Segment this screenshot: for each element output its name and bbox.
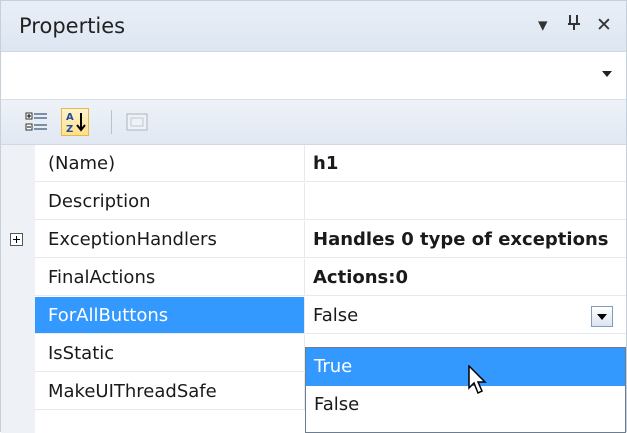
alphabetical-button[interactable]: A Z	[61, 108, 89, 136]
property-value[interactable]: Actions:0	[305, 259, 626, 296]
property-value[interactable]: h1	[305, 145, 626, 182]
property-row-description[interactable]: Description	[1, 183, 626, 221]
property-pages-icon	[126, 113, 148, 131]
window-position-dropdown-icon[interactable]: ▾	[538, 13, 548, 37]
property-name: Description	[35, 183, 305, 220]
categorized-icon	[25, 112, 47, 131]
categorized-button[interactable]	[23, 108, 51, 136]
property-row-name[interactable]: (Name) h1	[1, 145, 626, 183]
property-row-exceptionhandlers[interactable]: ExceptionHandlers Handles 0 type of exce…	[1, 221, 626, 259]
property-pages-button[interactable]	[123, 108, 151, 136]
close-icon[interactable]: ✕	[596, 13, 612, 37]
chevron-down-icon[interactable]	[602, 71, 612, 77]
svg-text:Z: Z	[66, 124, 73, 135]
property-name: ForAllButtons	[35, 297, 305, 334]
property-name: ExceptionHandlers	[35, 221, 305, 258]
property-name: (Name)	[35, 145, 305, 182]
toolbar-separator	[111, 110, 112, 134]
properties-panel: Properties ▾ ✕ A Z (Name) h1 Description…	[0, 0, 627, 433]
property-row-finalactions[interactable]: FinalActions Actions:0	[1, 259, 626, 297]
property-name: IsStatic	[35, 335, 305, 372]
auto-hide-pin-icon[interactable]	[567, 13, 581, 37]
property-row-forallbuttons[interactable]: ForAllButtons False	[1, 297, 626, 335]
panel-titlebar: Properties ▾ ✕	[1, 1, 626, 52]
panel-title: Properties	[19, 14, 126, 38]
value-dropdown-list: True False	[305, 347, 626, 433]
property-name: MakeUIThreadSafe	[35, 373, 305, 410]
dropdown-option-false[interactable]: False	[306, 386, 625, 424]
object-selector[interactable]	[1, 52, 626, 100]
svg-text:A: A	[66, 112, 74, 123]
sort-az-icon: A Z	[66, 112, 86, 135]
dropdown-option-true[interactable]: True	[306, 348, 625, 386]
property-value[interactable]	[305, 183, 626, 220]
property-name: FinalActions	[35, 259, 305, 296]
property-value[interactable]: False	[305, 297, 626, 334]
value-dropdown-button[interactable]	[591, 306, 613, 327]
property-value[interactable]: Handles 0 type of exceptions	[305, 221, 626, 258]
properties-toolbar: A Z	[1, 100, 626, 145]
mouse-pointer-icon	[468, 365, 487, 395]
expand-plus-icon[interactable]	[10, 233, 23, 246]
